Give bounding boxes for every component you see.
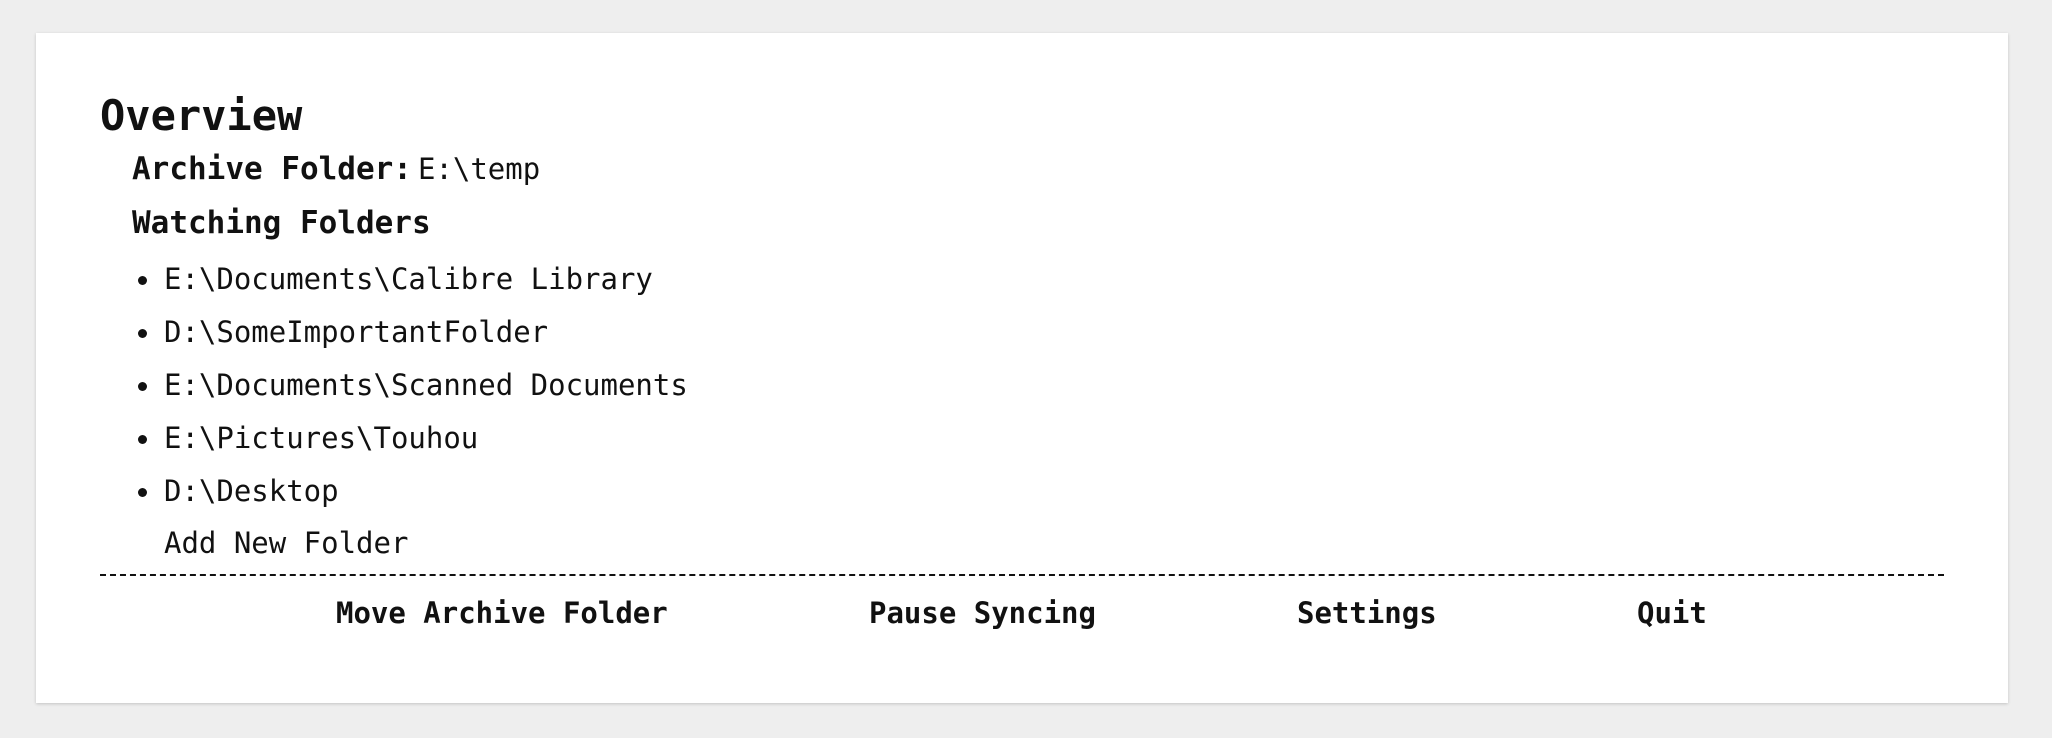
archive-folder-value: E:\temp bbox=[417, 152, 541, 186]
archive-folder-label: Archive Folder: bbox=[132, 151, 412, 187]
bullet-icon bbox=[138, 329, 147, 338]
add-new-folder-button[interactable]: Add New Folder bbox=[164, 523, 408, 563]
bullet-icon bbox=[138, 382, 147, 391]
watching-folders-heading: Watching Folders bbox=[132, 205, 431, 241]
settings-button[interactable]: Settings bbox=[1297, 593, 1437, 633]
overview-panel: Overview Archive Folder: E:\temp Watching… bbox=[36, 33, 2008, 703]
bullet-icon bbox=[138, 435, 147, 444]
watching-folder-path: D:\Desktop bbox=[164, 474, 339, 508]
watching-folder-item: D:\SomeImportantFolder bbox=[132, 312, 688, 365]
overview-content: Overview Archive Folder: E:\temp Watching… bbox=[100, 91, 1944, 630]
pause-syncing-button[interactable]: Pause Syncing bbox=[869, 593, 1096, 633]
watching-folder-item: E:\Pictures\Touhou bbox=[132, 418, 688, 471]
watching-folder-path: D:\SomeImportantFolder bbox=[164, 315, 549, 349]
move-archive-folder-button[interactable]: Move Archive Folder bbox=[336, 593, 668, 633]
bullet-icon bbox=[138, 276, 147, 285]
watching-folders-list: E:\Documents\Calibre Library D:\SomeImpo… bbox=[132, 259, 688, 524]
watching-folder-item: E:\Documents\Scanned Documents bbox=[132, 365, 688, 418]
divider bbox=[100, 574, 1944, 576]
bullet-icon bbox=[138, 488, 147, 497]
watching-folder-item: E:\Documents\Calibre Library bbox=[132, 259, 688, 312]
watching-folder-path: E:\Pictures\Touhou bbox=[164, 421, 479, 455]
watching-folder-path: E:\Documents\Calibre Library bbox=[164, 262, 653, 296]
page-title: Overview bbox=[100, 91, 303, 140]
quit-button[interactable]: Quit bbox=[1637, 593, 1707, 633]
watching-folder-path: E:\Documents\Scanned Documents bbox=[164, 368, 688, 402]
archive-folder-row: Archive Folder: E:\temp bbox=[132, 151, 540, 187]
watching-folder-item: D:\Desktop bbox=[132, 471, 688, 524]
